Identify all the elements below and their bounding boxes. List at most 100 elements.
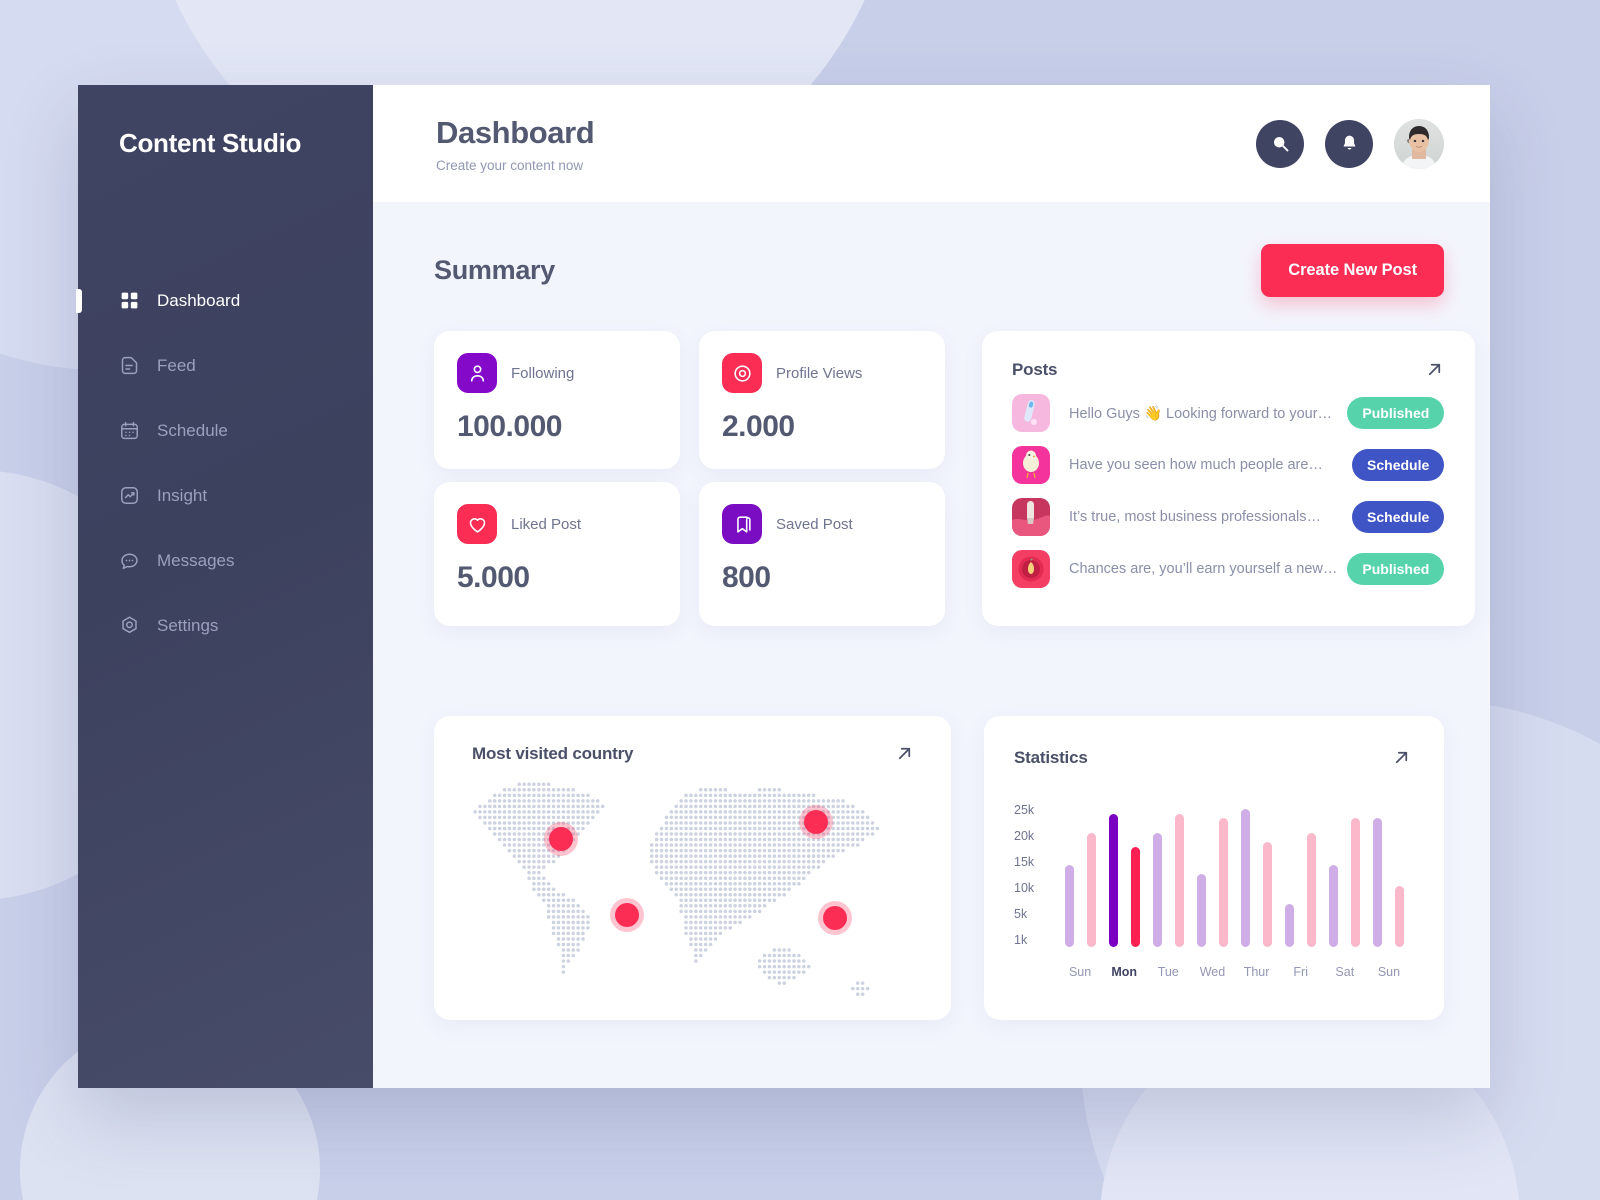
page-subtitle: Create your content now: [436, 157, 584, 173]
post-status-badge[interactable]: Schedule: [1352, 449, 1445, 481]
sidebar-item-feed[interactable]: Feed: [78, 346, 373, 386]
dotted-world-map: [473, 782, 880, 996]
stat-cards: Following 100.000 Profile Views 2.000 Liked …: [434, 331, 945, 626]
oceania-pin[interactable]: [817, 900, 852, 935]
sidebar-item-messages[interactable]: Messages: [78, 541, 373, 581]
asia-pin[interactable]: [798, 805, 833, 840]
map-panel-title: Most visited country: [472, 744, 634, 763]
bell-icon: [1339, 133, 1360, 154]
search-button[interactable]: [1256, 119, 1304, 168]
top-bar: Dashboard Create your content now: [373, 85, 1490, 202]
stat-card-value: 800: [722, 561, 771, 594]
x-axis-label: Tue: [1157, 965, 1179, 979]
chart-bar-slot: [1389, 804, 1411, 947]
dashboard-content: Summary Create New Post Following 100.000…: [373, 202, 1490, 1088]
chart-bar[interactable]: [1130, 847, 1140, 947]
page-heading-block: Dashboard Create your content now: [436, 114, 595, 173]
stat-card-value: 2.000: [722, 410, 795, 443]
avatar[interactable]: [1394, 118, 1444, 169]
post-row[interactable]: Have you seen how much people are… Schedu…: [1012, 446, 1445, 484]
north-america-pin[interactable]: [544, 821, 579, 856]
y-axis-tick: 15k: [1014, 855, 1035, 870]
chart-bar[interactable]: [1329, 864, 1339, 947]
post-text: It’s true, most business professionals…: [1069, 509, 1321, 525]
stat-card-following[interactable]: Following 100.000: [434, 331, 680, 469]
sidebar-item-schedule[interactable]: Schedule: [78, 411, 373, 451]
chart-bar-slot: [1367, 804, 1389, 947]
chart-bar[interactable]: [1086, 833, 1096, 947]
post-text: Have you seen how much people are…: [1069, 457, 1323, 473]
summary-header-row: Summary Create New Post: [434, 244, 1444, 297]
stat-card-profile-views[interactable]: Profile Views 2.000: [699, 331, 945, 469]
feed-icon: [119, 355, 140, 376]
post-status-badge[interactable]: Published: [1347, 397, 1445, 429]
pin-dot: [549, 826, 574, 851]
post-row[interactable]: It’s true, most business professionals… S…: [1012, 498, 1445, 536]
sidebar-item-label: Insight: [157, 485, 208, 505]
bottom-grid: Most visited country Statistics 25k 20k …: [434, 716, 1444, 1020]
notifications-button[interactable]: [1325, 119, 1373, 168]
sidebar-item-label: Schedule: [157, 420, 228, 440]
y-axis-tick: 10k: [1014, 881, 1035, 896]
chart-bar[interactable]: [1307, 833, 1317, 947]
post-row[interactable]: Chances are, you’ll earn yourself a new……: [1012, 550, 1445, 588]
chart-bar[interactable]: [1196, 874, 1206, 947]
y-axis-tick: 1k: [1014, 933, 1028, 948]
x-axis-label: Sun: [1377, 965, 1401, 979]
posts-list: Hello Guys 👋 Looking forward to your… Pub…: [1012, 394, 1445, 588]
statistics-panel-header: Statistics: [1014, 748, 1411, 768]
post-row[interactable]: Hello Guys 👋 Looking forward to your… Pub…: [1012, 394, 1445, 432]
post-text: Chances are, you’ll earn yourself a new…: [1069, 561, 1338, 577]
chart-bar[interactable]: [1218, 817, 1228, 947]
chart-icon: [119, 485, 140, 506]
post-status-badge[interactable]: Schedule: [1352, 501, 1445, 533]
page-title: Dashboard: [436, 114, 595, 150]
chart-bar[interactable]: [1152, 833, 1162, 947]
stat-card-value: 100.000: [457, 410, 562, 443]
stat-card-label: Saved Post: [776, 515, 853, 533]
create-new-post-button[interactable]: Create New Post: [1261, 244, 1444, 297]
chart-bar[interactable]: [1263, 842, 1273, 947]
chart-bar[interactable]: [1395, 886, 1405, 947]
bar-chart: 25k 20k 15k 10k 5k 1k: [1014, 804, 1411, 947]
chart-bar-slot: [1058, 804, 1080, 947]
app-brand-title: Content Studio: [119, 128, 302, 158]
chart-bar[interactable]: [1373, 817, 1383, 947]
chart-bar[interactable]: [1174, 813, 1184, 947]
arrow-up-right-icon[interactable]: [1425, 360, 1444, 379]
heart-icon: [457, 504, 497, 544]
chart-bar[interactable]: [1241, 809, 1251, 947]
stat-card-header: Liked Post: [457, 504, 657, 544]
chart-bar[interactable]: [1285, 903, 1295, 947]
x-axis-label: Sun: [1068, 965, 1092, 979]
stat-card-saved-post[interactable]: Saved Post 800: [699, 482, 945, 626]
chart-bar[interactable]: [1351, 817, 1361, 947]
stat-card-header: Profile Views: [722, 353, 922, 393]
chart-y-axis: 25k 20k 15k 10k 5k 1k: [1014, 804, 1050, 947]
sidebar-item-label: Settings: [157, 615, 219, 635]
main-area: Dashboard Create your content now Summar…: [373, 85, 1490, 1088]
post-thumbnail: [1012, 498, 1050, 536]
sidebar-item-settings[interactable]: Settings: [78, 606, 373, 646]
summary-title: Summary: [434, 255, 555, 285]
sidebar-item-insight[interactable]: Insight: [78, 476, 373, 516]
pin-dot: [615, 903, 640, 928]
bookmark-icon: [722, 504, 762, 544]
sidebar-item-dashboard[interactable]: Dashboard: [76, 281, 373, 321]
arrow-up-right-icon[interactable]: [895, 744, 914, 763]
map-panel-header: Most visited country: [453, 744, 924, 764]
stat-card-liked-post[interactable]: Liked Post 5.000: [434, 482, 680, 626]
chart-bar-slot: [1124, 804, 1146, 947]
post-thumbnail: [1012, 394, 1050, 432]
chart-bar-slot: [1080, 804, 1102, 947]
chart-bar[interactable]: [1064, 864, 1074, 947]
post-status-badge[interactable]: Published: [1347, 553, 1445, 585]
y-axis-tick: 25k: [1014, 803, 1035, 817]
post-text: Hello Guys 👋 Looking forward to your…: [1069, 405, 1333, 422]
sidebar-item-label: Dashboard: [157, 290, 241, 310]
south-america-pin[interactable]: [610, 898, 645, 933]
chart-bar[interactable]: [1108, 813, 1118, 947]
stat-card-label: Profile Views: [776, 364, 863, 382]
arrow-up-right-icon[interactable]: [1392, 748, 1411, 767]
x-axis-label: Fri: [1293, 965, 1308, 979]
